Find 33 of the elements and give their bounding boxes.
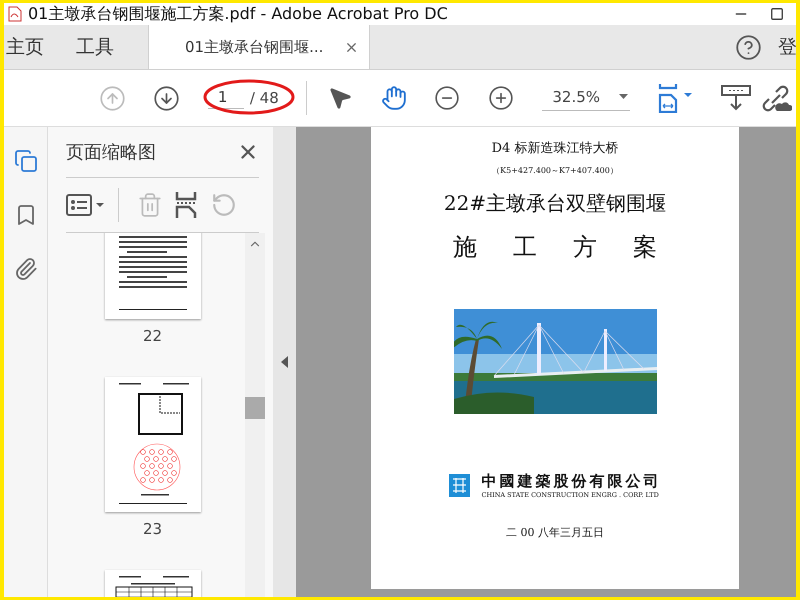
pdf-file-icon: [8, 6, 22, 22]
document-tab[interactable]: 01主墩承台钢围堰...: [148, 25, 370, 69]
company-logo: [448, 474, 470, 497]
panel-title: 页面缩略图: [66, 141, 156, 164]
page-number: 22: [142, 327, 162, 345]
window-title: 01主墩承台钢围堰施工方案.pdf - Adobe Acrobat Pro DC: [28, 4, 449, 24]
sign-in-link[interactable]: 登: [778, 34, 796, 60]
scroll-thumb[interactable]: [245, 397, 265, 419]
page-thumbnail[interactable]: [104, 233, 200, 319]
page-count: / 48: [250, 89, 279, 107]
nav-tab[interactable]: 工具: [54, 25, 114, 69]
options-button[interactable]: [66, 193, 106, 217]
caret-icon: [619, 94, 628, 99]
collapse-panel-icon[interactable]: [281, 356, 288, 368]
help-icon[interactable]: [734, 34, 762, 60]
zoom-dropdown[interactable]: 32.5%: [542, 86, 630, 110]
company-name: 中國建築股份有限公司: [482, 472, 662, 491]
page-thumbnail[interactable]: [104, 377, 200, 512]
insert-page-button[interactable]: [175, 191, 199, 219]
pages-icon[interactable]: [14, 149, 38, 173]
nav-tab[interactable]: 主页: [4, 25, 44, 69]
page-number-field[interactable]: 1: [208, 88, 244, 108]
maximize-icon[interactable]: [770, 7, 784, 21]
paperclip-icon[interactable]: [14, 257, 38, 281]
document-date: 二 00 八年三月五日: [506, 525, 604, 540]
document-title: 22#主墩承台双壁钢围堰: [444, 190, 666, 217]
tab-title: 01主墩承台钢围堰...: [185, 38, 324, 56]
scrollbar[interactable]: [245, 233, 265, 597]
document-title: 施工方案: [452, 232, 693, 263]
page-thumbnail[interactable]: [104, 570, 200, 597]
document-subtitle: （K5+427.400～K7+407.400）: [492, 165, 618, 176]
document-subtitle: D4 标新造珠江特大桥: [492, 140, 618, 157]
page-number: 23: [142, 520, 162, 538]
